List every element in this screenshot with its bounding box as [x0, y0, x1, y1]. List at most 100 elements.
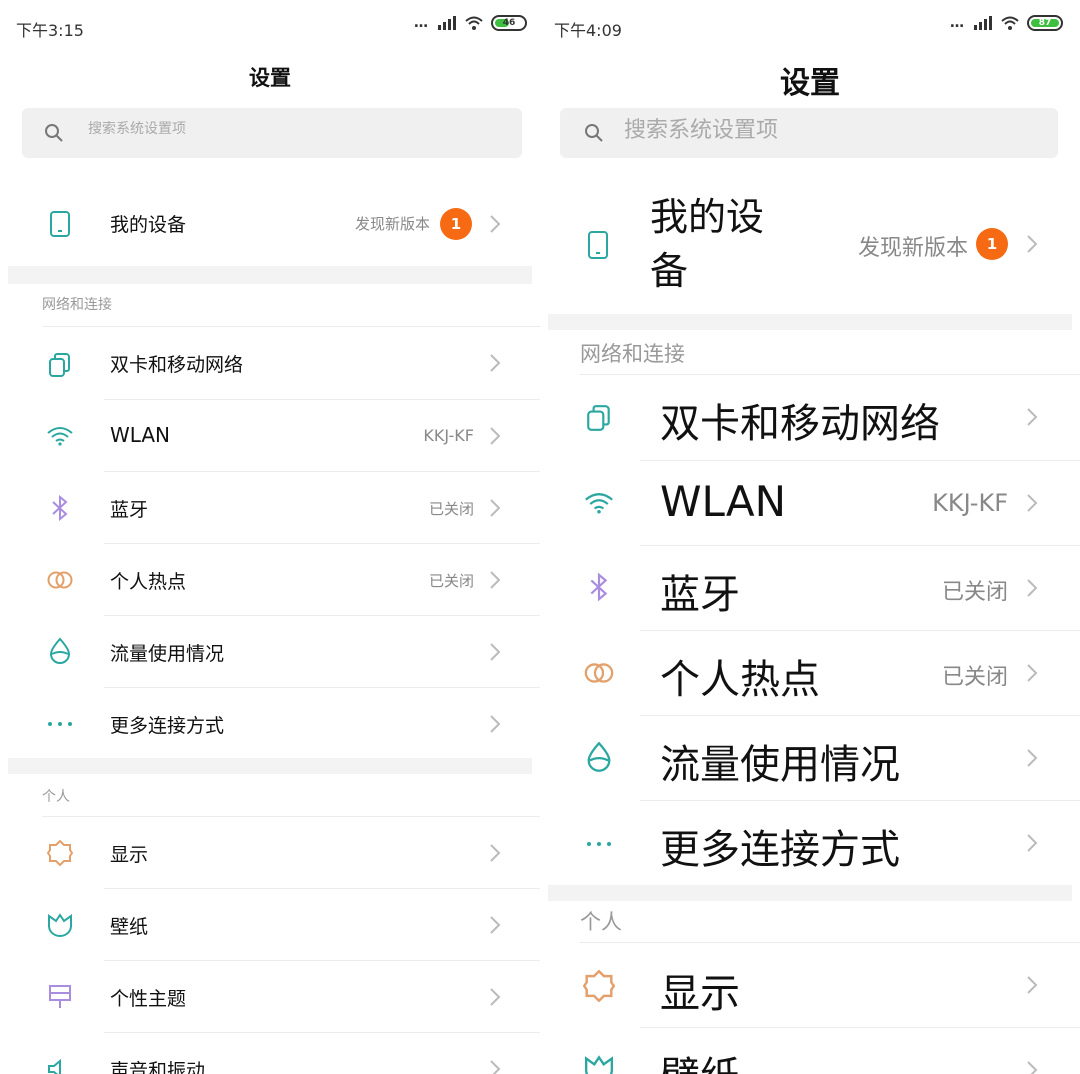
- section-header-network: 网络和连接: [42, 297, 112, 313]
- section-gap: [8, 266, 532, 284]
- section-header-personal: 个人: [580, 910, 622, 934]
- chevron-right-icon: [1027, 579, 1038, 597]
- network-item-data-usage[interactable]: 流量使用情况: [0, 616, 540, 688]
- search-icon: [585, 124, 603, 142]
- data-usage-icon: [46, 636, 74, 666]
- dual-sim-icon: [46, 351, 74, 379]
- section-header-personal: 个人: [42, 789, 70, 805]
- update-badge: 1: [976, 228, 1008, 260]
- personal-item-display[interactable]: 显示: [540, 943, 1080, 1027]
- phone-screen-right: 下午4:09 … 87 设置 我的设备 发现新版本 1 网络和连接 双卡和移动网…: [540, 0, 1080, 1074]
- item-label: 更多连接方式: [110, 715, 225, 737]
- wifi-icon: [584, 489, 614, 517]
- network-item-bluetooth[interactable]: 蓝牙 已关闭: [540, 546, 1080, 630]
- item-label: 个人热点: [660, 657, 820, 703]
- network-item-wlan[interactable]: WLAN KKJ-KF: [0, 400, 540, 472]
- network-item-bluetooth[interactable]: 蓝牙 已关闭: [0, 472, 540, 544]
- item-label: 声音和振动: [110, 1060, 206, 1074]
- chevron-right-icon: [1027, 1061, 1038, 1074]
- personal-item-theme[interactable]: 个性主题: [0, 961, 540, 1033]
- chevron-right-icon: [490, 916, 501, 934]
- item-label: 蓝牙: [660, 572, 740, 618]
- network-item-data-usage[interactable]: 流量使用情况: [540, 716, 1080, 800]
- item-value: 已关闭: [428, 572, 474, 590]
- chevron-right-icon: [490, 499, 501, 517]
- search-icon: [45, 124, 63, 142]
- section-gap: [548, 314, 1072, 330]
- signal-icon: [974, 16, 992, 30]
- theme-icon: [46, 983, 74, 1011]
- item-label: 壁纸: [110, 916, 149, 938]
- battery-icon: 46: [491, 15, 527, 31]
- network-item-hotspot[interactable]: 个人热点 已关闭: [0, 544, 540, 616]
- signal-icon: [438, 16, 456, 30]
- wifi-status-icon: [465, 16, 483, 30]
- chevron-right-icon: [490, 988, 501, 1006]
- network-item-hotspot[interactable]: 个人热点 已关闭: [540, 631, 1080, 715]
- my-device-label: 我的设备: [110, 214, 187, 236]
- status-icons: … 87: [950, 15, 1063, 31]
- search-bar[interactable]: [22, 108, 522, 158]
- wifi-status-icon: [1001, 16, 1019, 30]
- data-usage-icon: [584, 740, 614, 774]
- personal-item-sound[interactable]: 声音和振动: [0, 1033, 540, 1074]
- signal-dots-icon: …: [414, 15, 429, 31]
- dual-sim-icon: [584, 403, 614, 433]
- item-label: 双卡和移动网络: [660, 401, 940, 447]
- section-gap: [8, 758, 532, 774]
- search-input[interactable]: [624, 118, 1024, 143]
- my-device-row[interactable]: 我的设备 发现新版本 1: [0, 186, 540, 260]
- chevron-right-icon: [1027, 834, 1038, 852]
- network-item-dual-sim[interactable]: 双卡和移动网络: [540, 375, 1080, 460]
- network-item-dual-sim[interactable]: 双卡和移动网络: [0, 327, 540, 399]
- personal-item-display[interactable]: 显示: [0, 817, 540, 889]
- status-time: 下午3:15: [16, 21, 84, 40]
- update-text: 发现新版本: [354, 215, 430, 233]
- display-brightness-icon: [46, 839, 74, 867]
- update-badge: 1: [440, 208, 472, 240]
- network-item-more-connections[interactable]: 更多连接方式: [0, 688, 540, 760]
- status-icons: … 46: [414, 15, 527, 31]
- chevron-right-icon: [1027, 749, 1038, 767]
- chevron-right-icon: [490, 354, 501, 372]
- chevron-right-icon: [490, 643, 501, 661]
- chevron-right-icon: [1027, 976, 1038, 994]
- chevron-right-icon: [1027, 664, 1038, 682]
- sound-icon: [46, 1055, 74, 1074]
- item-value: 已关闭: [941, 580, 1008, 605]
- chevron-right-icon: [1027, 235, 1038, 253]
- hotspot-icon: [46, 566, 74, 594]
- item-label: 个人热点: [110, 571, 187, 593]
- network-item-wlan[interactable]: WLAN KKJ-KF: [540, 461, 1080, 545]
- chevron-right-icon: [490, 215, 501, 233]
- item-label: 流量使用情况: [660, 742, 900, 788]
- chevron-right-icon: [1027, 408, 1038, 426]
- battery-percent: 87: [1038, 18, 1052, 28]
- item-value: KKJ-KF: [423, 426, 474, 445]
- personal-item-wallpaper[interactable]: 壁纸: [540, 1028, 1080, 1074]
- wifi-icon: [46, 422, 74, 450]
- battery-icon: 87: [1027, 15, 1063, 31]
- item-label: 壁纸: [660, 1044, 740, 1074]
- my-device-label: 我的设备: [650, 195, 765, 293]
- network-item-more-connections[interactable]: 更多连接方式: [540, 801, 1080, 885]
- status-bar: 下午4:09 … 87: [540, 0, 1080, 56]
- item-label: WLAN: [110, 423, 171, 447]
- chevron-right-icon: [490, 571, 501, 589]
- personal-item-wallpaper[interactable]: 壁纸: [0, 889, 540, 961]
- update-text: 发现新版本: [857, 236, 968, 261]
- my-device-row[interactable]: 我的设备 发现新版本 1: [540, 186, 1080, 314]
- search-input[interactable]: [88, 121, 488, 137]
- item-label: 蓝牙: [110, 499, 149, 521]
- item-value: KKJ-KF: [932, 489, 1008, 517]
- search-bar[interactable]: [560, 108, 1058, 158]
- signal-dots-icon: …: [950, 15, 965, 31]
- battery-percent: 46: [502, 18, 516, 28]
- section-header-network: 网络和连接: [580, 342, 685, 366]
- item-label: 个性主题: [110, 988, 187, 1010]
- item-label: 显示: [110, 844, 149, 866]
- section-gap: [548, 885, 1072, 901]
- bluetooth-icon: [46, 494, 74, 522]
- chevron-right-icon: [490, 1060, 501, 1074]
- phone-screen-left: 下午3:15 … 46 设置 我的设备 发现新版本 1 网络和连接 双卡和移动网…: [0, 0, 540, 1074]
